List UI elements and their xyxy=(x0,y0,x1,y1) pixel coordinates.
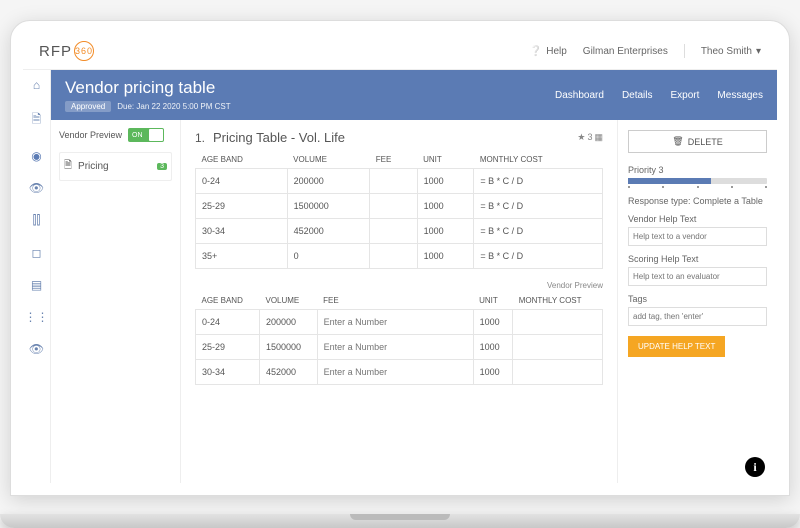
center-content: 1. Pricing Table - Vol. Life ★ 3 ▦ AGE B… xyxy=(181,120,617,483)
divider xyxy=(684,44,685,58)
scoring-help-label: Scoring Help Text xyxy=(628,254,767,264)
weight-badge: 3 xyxy=(587,132,592,143)
vendor-preview-heading: Vendor Preview xyxy=(195,281,603,290)
sidepanel: Vendor Preview ON 🗎 Pricing 3 xyxy=(51,120,181,483)
topbar: RFP 360 ❔ Help Gilman Enterprises Theo S… xyxy=(23,33,777,70)
pricing-table: AGE BAND VOLUME FEE UNIT MONTHLY COST 0-… xyxy=(195,151,603,269)
scoring-help-input[interactable] xyxy=(628,267,767,286)
trash-icon: 🗑 xyxy=(672,136,683,147)
response-type: Response type: Complete a Table xyxy=(628,196,767,206)
fee-input[interactable] xyxy=(324,342,467,352)
vendor-preview-toggle[interactable]: ON xyxy=(128,128,164,142)
nav-chart-icon[interactable]: ⫿⫿ xyxy=(33,213,41,228)
question-title: Pricing Table - Vol. Life xyxy=(213,130,569,145)
star-icon: ★ xyxy=(577,132,585,143)
vendor-help-label: Vendor Help Text xyxy=(628,214,767,224)
tags-label: Tags xyxy=(628,294,767,304)
doc-icon: 🗎 xyxy=(64,158,72,175)
vendor-preview-label: Vendor Preview xyxy=(59,130,122,140)
nav-home-icon[interactable]: ⌂ xyxy=(33,78,40,92)
table-row: 35+01000= B * C / D xyxy=(196,244,603,269)
help-link[interactable]: ❔ Help xyxy=(530,46,567,57)
table-icon: ▦ xyxy=(594,132,603,143)
nav-search-icon[interactable]: 👁 xyxy=(29,342,44,356)
logo-text: RFP xyxy=(39,43,72,60)
update-help-button[interactable]: UPDATE HELP TEXT xyxy=(628,336,725,357)
priority-label: Priority 3 xyxy=(628,165,767,175)
nav-export[interactable]: Export xyxy=(671,90,700,101)
table-row: 25-2915000001000= B * C / D xyxy=(196,194,603,219)
table-row: 25-2915000001000 xyxy=(196,335,603,360)
user-menu[interactable]: Theo Smith ▾ xyxy=(701,46,761,57)
table-row: 30-344520001000 xyxy=(196,360,603,385)
section-pricing[interactable]: 🗎 Pricing 3 xyxy=(59,152,172,181)
titlebar: Vendor pricing table Approved Due: Jan 2… xyxy=(51,70,777,120)
fee-input[interactable] xyxy=(324,317,467,327)
priority-slider[interactable] xyxy=(628,178,767,184)
nav-camera-icon[interactable]: ◉ xyxy=(31,149,41,163)
section-count: 3 xyxy=(157,163,167,170)
page-title: Vendor pricing table xyxy=(65,78,231,98)
question-number: 1. xyxy=(195,131,205,145)
logo-360: 360 xyxy=(74,41,94,61)
right-panel: 🗑 DELETE Priority 3 Response type: Compl… xyxy=(617,120,777,483)
org-name[interactable]: Gilman Enterprises xyxy=(583,46,668,57)
nav-details[interactable]: Details xyxy=(622,90,653,101)
fee-input[interactable] xyxy=(324,367,467,377)
nav-doc-icon[interactable]: 🗎 xyxy=(32,110,42,131)
delete-button[interactable]: 🗑 DELETE xyxy=(628,130,767,153)
help-icon: ❔ xyxy=(530,46,542,57)
nav-users-icon[interactable]: ⋮⋮ xyxy=(25,310,49,324)
tags-input[interactable] xyxy=(628,307,767,326)
vendor-preview-table: AGE BAND VOLUME FEE UNIT MONTHLY COST 0-… xyxy=(195,292,603,385)
left-nav: ⌂ 🗎 ◉ 👁 ⫿⫿ ◻ ▤ ⋮⋮ 👁 xyxy=(23,70,51,483)
chevron-down-icon: ▾ xyxy=(756,46,761,57)
status-badge: Approved xyxy=(65,101,111,112)
table-row: 0-242000001000 xyxy=(196,310,603,335)
nav-binoculars-icon[interactable]: 👁 xyxy=(29,181,44,195)
table-row: 30-344520001000= B * C / D xyxy=(196,219,603,244)
nav-building-icon[interactable]: ▤ xyxy=(31,278,42,292)
info-fab[interactable]: i xyxy=(745,457,765,477)
nav-messages[interactable]: Messages xyxy=(717,90,763,101)
due-date: Due: Jan 22 2020 5:00 PM CST xyxy=(117,102,230,111)
table-row: 0-242000001000= B * C / D xyxy=(196,169,603,194)
logo: RFP 360 xyxy=(39,41,94,61)
vendor-help-input[interactable] xyxy=(628,227,767,246)
nav-dashboard[interactable]: Dashboard xyxy=(555,90,604,101)
nav-bookmark-icon[interactable]: ◻ xyxy=(32,246,42,260)
